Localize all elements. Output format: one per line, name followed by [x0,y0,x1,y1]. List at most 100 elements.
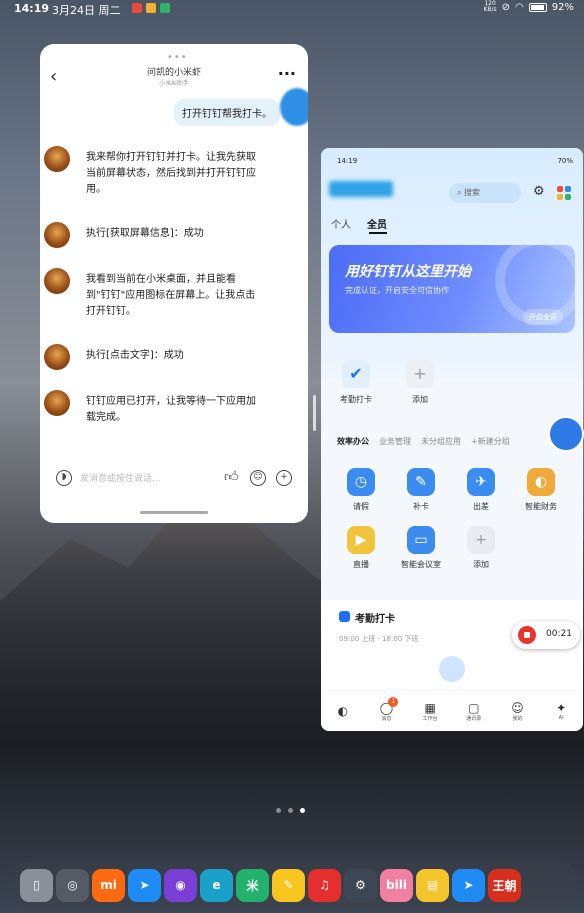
search-input[interactable]: ⌕ 搜索 [449,183,521,203]
plus-icon[interactable]: + [276,470,292,486]
plus-icon: + [467,526,495,554]
app-label: 出差 [473,502,489,511]
tab-all-staff[interactable]: 全员 [367,216,387,231]
clock-icon: ◷ [347,468,375,496]
app-live[interactable]: ▶ 直播 [337,526,385,570]
nav-workbench[interactable]: ▦ 工作台 [412,701,448,722]
network-speed: 120 KB/s [483,0,497,13]
tab-personal[interactable]: 个人 [331,216,351,231]
files-app[interactable]: ▤ [416,868,449,902]
status-date: 3月24日 周二 [52,4,121,17]
app-add[interactable]: + 添加 [457,526,505,570]
promo-banner[interactable]: 用好钉钉从这里开始 完成认证，开启安全可信协作 开启全员 [329,245,575,333]
tab-business[interactable]: 业务管理 [379,436,411,447]
battery-percent: 92% [551,1,574,13]
circle-icon: ◐ [337,704,349,718]
chat-input-bar: ◗ 发消息或按住说话... 👍︎ ☺ + [52,466,300,490]
chat-icon: ◯ [379,700,394,715]
bot-avatar [44,344,70,370]
netease-music-app[interactable]: ♫ [308,868,341,902]
nav-messages[interactable]: ◯ 消息 1 [368,696,404,722]
nav-profile[interactable]: ◐ [325,704,361,718]
notification-icon [160,3,170,13]
status-right: 120 KB/s ⊘ ◠ 92% [483,1,574,13]
quick-add[interactable]: + 添加 [395,360,445,405]
user-message-bubble: 打开钉钉帮我打卡。 [174,99,280,126]
recording-timer: 00:21 [546,629,572,639]
wangchao-app[interactable]: 王朝 [488,868,521,902]
pen-icon: ✎ [407,468,435,496]
quick-label: 添加 [412,395,428,404]
status-time: 14:19 [337,157,358,165]
tab-new-group[interactable]: +新建分组 [471,436,510,447]
stop-record-icon[interactable] [518,626,536,644]
assistant-chat-window[interactable]: ••• ‹ 问凯的小米虾 小米AI助手 ··· 打开钉钉帮我打卡。 我来帮你打开… [40,44,308,523]
nav-contacts[interactable]: ▢ 通讯录 [456,701,492,722]
tab-efficiency[interactable]: 效率办公 [337,436,369,447]
message-input[interactable]: 发消息或按住说话... [80,471,161,484]
mi-store-app[interactable]: mi [92,868,125,902]
app-smart-finance[interactable]: ◐ 智能财务 [517,468,565,512]
app-smart-meeting-room[interactable]: ▭ 智能会议室 [397,526,445,570]
photo-app[interactable]: ◉ [164,868,197,902]
dingtalk-status-bar: 14:19 70% [337,157,573,167]
bot-message-text: 我看到当前在小米桌面，并且能看到"钉钉"应用图标在屏幕上。让我点击打开钉钉。 [86,274,256,317]
thumbs-up-icon[interactable]: 👍︎ [224,468,239,485]
app-label: 添加 [473,560,489,569]
notification-icon [146,3,156,13]
grid-icon: ▦ [424,700,436,715]
battery-percent: 70% [557,157,573,165]
edge-app[interactable]: e [200,868,233,902]
user-icon: ☺ [511,700,524,715]
bot-message-text: 执行[点击文字]：成功 [86,350,184,361]
gear-icon[interactable]: ⚙ [533,184,545,199]
aperture-app[interactable]: ◎ [56,868,89,902]
nav-mine[interactable]: ☺ 我的 [499,701,535,722]
page-dot [288,808,293,813]
voice-icon[interactable]: ◗ [56,470,72,486]
page-indicator [276,808,305,813]
settings-app[interactable]: ⚙ [344,868,377,902]
attendance-subtitle: 09:00 上班 · 18:00 下班 [339,635,419,643]
finance-icon: ◐ [527,468,555,496]
user-avatar [280,88,308,126]
quick-attendance[interactable]: ✔ 考勤打卡 [331,360,381,405]
search-placeholder: 搜索 [464,188,481,197]
dingtalk2-app[interactable]: ➤ [452,868,485,902]
mijia-app[interactable]: 米 [236,868,269,902]
status-time: 14:19 [14,2,50,15]
app-makeup-punch[interactable]: ✎ 补卡 [397,468,445,512]
tab-ungrouped[interactable]: 未分组应用 [421,436,461,447]
chat-subtitle: 小米AI助手 [159,80,189,87]
nav-ai[interactable]: ✦ AI [543,701,579,721]
phone-app[interactable]: ▯ [20,868,53,902]
emoji-icon[interactable]: ☺ [250,470,266,486]
banner-button[interactable]: 开启全员 [523,309,563,325]
org-name[interactable] [329,181,393,197]
screen-recording-pill[interactable]: 00:21 [512,621,580,649]
chat-header: ‹ 问凯的小米虾 小米AI助手 ··· [40,62,308,98]
app-label: 直播 [353,560,369,569]
more-options-icon[interactable]: ··· [278,64,296,83]
app-business-trip[interactable]: ✈ 出差 [457,468,505,512]
dingtalk-app[interactable]: ➤ [128,868,161,902]
apps-grid-icon[interactable] [557,186,571,200]
floating-assistant-button[interactable] [548,416,584,452]
banner-subtitle: 完成认证，开启安全可信协作 [345,286,449,295]
bot-avatar [44,146,70,172]
location-icon [339,611,350,622]
search-icon: ⌕ [457,188,465,197]
page-dot [276,808,281,813]
notes-app[interactable]: ✎ [272,868,305,902]
split-divider-handle[interactable] [313,395,316,431]
active-tab-indicator [369,232,387,234]
mute-icon: ⊘ [501,1,511,13]
app-leave[interactable]: ◷ 请假 [337,468,385,512]
window-home-bar[interactable] [140,511,208,514]
bot-message-text: 我来帮你打开钉钉并打卡。让我先获取当前屏幕状态，然后找到并打开钉钉应用。 [86,152,256,195]
contacts-icon: ▢ [468,700,480,715]
check-shield-icon: ✔ [342,360,370,388]
notification-icons [132,3,170,13]
bilibili-app[interactable]: bili [380,868,413,902]
attendance-title: 考勤打卡 [355,614,395,625]
